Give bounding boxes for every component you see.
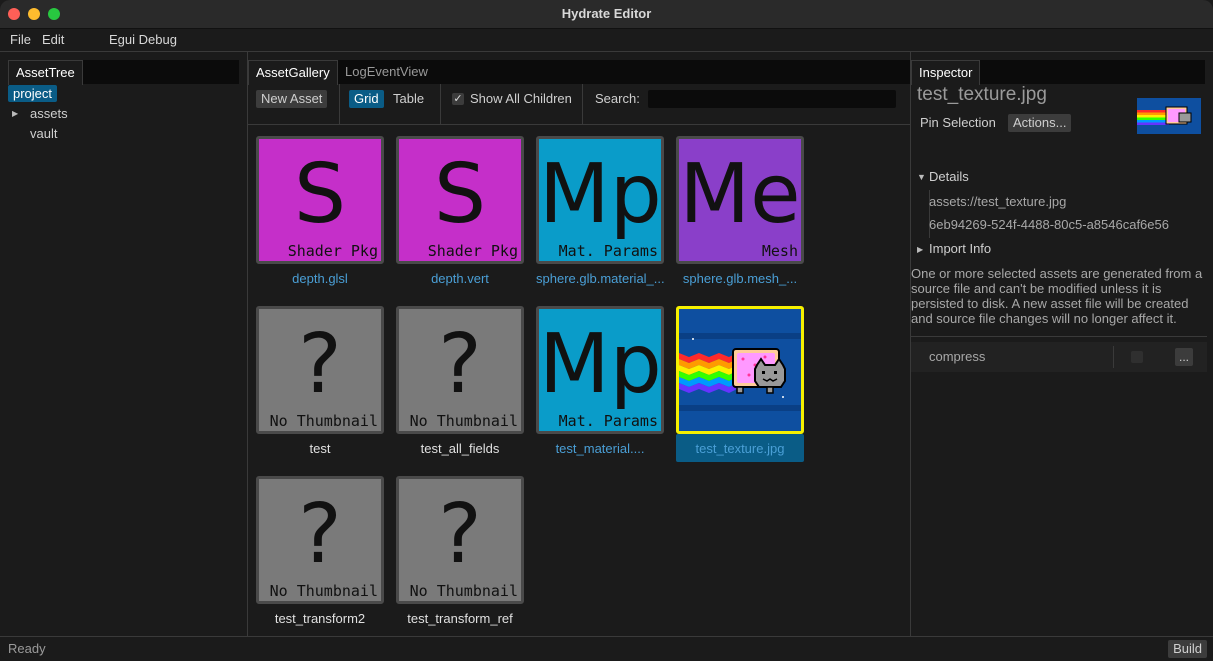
menu-file[interactable]: File: [10, 32, 31, 47]
asset-tile[interactable]: Mp Mat. Params: [536, 136, 664, 264]
asset-tile-name[interactable]: depth.vert: [396, 271, 524, 286]
asset-type-label: Mat. Params: [558, 412, 658, 430]
inspector-panel: Inspector test_texture.jpg Pin Selection…: [911, 52, 1213, 637]
inspector-tabstrip: Inspector: [911, 60, 1205, 85]
editor-window: Hydrate Editor File Edit Egui Debug Asse…: [0, 0, 1213, 661]
asset-tile-name[interactable]: test_all_fields: [396, 441, 524, 456]
more-options-button[interactable]: ...: [1175, 348, 1194, 366]
generated-asset-note: One or more selected assets are generate…: [911, 266, 1203, 326]
tab-asset-tree[interactable]: AssetTree: [8, 60, 83, 85]
asset-tile-name[interactable]: sphere.glb.material_...: [536, 271, 664, 286]
asset-type-label: No Thumbnail: [409, 412, 518, 430]
tree-item-assets[interactable]: assets: [30, 106, 68, 121]
tab-asset-gallery[interactable]: AssetGallery: [248, 60, 338, 85]
asset-type-label: Shader Pkg: [287, 242, 378, 260]
menu-egui-debug[interactable]: Egui Debug: [109, 32, 177, 47]
texture-preview-thumbnail: [1137, 98, 1201, 134]
import-info-header[interactable]: Import Info: [929, 241, 991, 256]
asset-type-glyph: ?: [298, 317, 342, 412]
asset-tile-name[interactable]: test_material....: [536, 441, 664, 456]
expand-triangle-icon[interactable]: ▶: [12, 109, 18, 118]
asset-tile-name[interactable]: depth.glsl: [256, 271, 384, 286]
asset-tile[interactable]: ? No Thumbnail: [396, 476, 524, 604]
asset-type-label: No Thumbnail: [269, 412, 378, 430]
menu-bar: File Edit Egui Debug: [0, 29, 1213, 52]
asset-tile[interactable]: ? No Thumbnail: [396, 306, 524, 434]
compress-checkbox[interactable]: [1131, 351, 1143, 363]
tree-item-vault[interactable]: vault: [30, 126, 57, 141]
asset-type-label: Shader Pkg: [427, 242, 518, 260]
actions-button[interactable]: Actions...: [1008, 114, 1072, 132]
checkmark-icon: ✓: [453, 93, 463, 105]
asset-type-glyph: ?: [438, 487, 482, 582]
details-header[interactable]: Details: [929, 169, 969, 184]
asset-type-label: Mat. Params: [558, 242, 658, 260]
asset-tree-panel: AssetTree project ▶ assets vault: [0, 52, 248, 637]
asset-type-glyph: Mp: [539, 147, 662, 242]
asset-tile-name[interactable]: test: [256, 441, 384, 456]
asset-tile[interactable]: [676, 306, 804, 434]
gallery-toolbar: New Asset Grid Table ✓ Show All Children…: [248, 84, 910, 125]
property-name-compress: compress: [929, 349, 986, 364]
status-text: Ready: [8, 641, 46, 656]
menu-edit[interactable]: Edit: [42, 32, 64, 47]
show-all-children-checkbox[interactable]: ✓: [452, 93, 464, 105]
tab-log-event-view[interactable]: LogEventView: [338, 60, 435, 84]
asset-type-glyph: Mp: [539, 317, 662, 412]
asset-type-glyph: ?: [438, 317, 482, 412]
asset-type-label: No Thumbnail: [409, 582, 518, 600]
asset-type-glyph: S: [293, 147, 347, 242]
expand-triangle-icon[interactable]: ▶: [917, 245, 923, 254]
asset-tile[interactable]: S Shader Pkg: [396, 136, 524, 264]
divider: [911, 336, 1207, 337]
asset-gallery-panel: AssetGallery LogEventView New Asset Grid…: [248, 52, 911, 637]
asset-type-label: Mesh: [761, 242, 798, 260]
asset-tile-name[interactable]: test_transform2: [256, 611, 384, 626]
asset-uuid: 6eb94269-524f-4488-80c5-a8546caf6e56: [929, 217, 1169, 232]
build-button[interactable]: Build: [1168, 640, 1207, 658]
asset-tile-name[interactable]: test_texture.jpg: [676, 441, 804, 456]
asset-tile[interactable]: Mp Mat. Params: [536, 306, 664, 434]
show-all-children-label: Show All Children: [470, 91, 572, 106]
toolbar-divider: [440, 84, 441, 124]
toolbar-divider: [582, 84, 583, 124]
search-label: Search:: [595, 91, 640, 106]
title-bar: Hydrate Editor: [0, 0, 1213, 29]
asset-type-glyph: Me: [679, 147, 801, 242]
asset-tile-name[interactable]: test_transform_ref: [396, 611, 524, 626]
asset-tile-name[interactable]: sphere.glb.mesh_...: [676, 271, 804, 286]
collapse-triangle-icon[interactable]: ▼: [917, 172, 926, 182]
asset-tile[interactable]: ? No Thumbnail: [256, 476, 384, 604]
asset-tile[interactable]: ? No Thumbnail: [256, 306, 384, 434]
pin-selection-button[interactable]: Pin Selection: [920, 115, 996, 130]
status-bar: Ready Build: [0, 636, 1213, 661]
toolbar-divider: [339, 84, 340, 124]
asset-type-label: No Thumbnail: [269, 582, 378, 600]
asset-path: assets://test_texture.jpg: [929, 194, 1067, 209]
window-title: Hydrate Editor: [561, 6, 652, 21]
asset-tile[interactable]: S Shader Pkg: [256, 136, 384, 264]
table-view-button[interactable]: Table: [388, 90, 429, 108]
gallery-tabstrip: AssetGallery LogEventView: [248, 60, 910, 85]
new-asset-button[interactable]: New Asset: [256, 90, 328, 108]
asset-type-glyph: ?: [298, 487, 342, 582]
asset-type-glyph: S: [433, 147, 487, 242]
tree-item-project[interactable]: project: [8, 85, 58, 102]
property-row: compress ...: [911, 342, 1207, 372]
search-input[interactable]: [648, 90, 896, 108]
grid-view-button[interactable]: Grid: [349, 90, 384, 108]
tab-inspector[interactable]: Inspector: [911, 60, 981, 85]
column-divider: [1113, 346, 1114, 368]
asset-tile[interactable]: Me Mesh: [676, 136, 804, 264]
asset-tree-tabstrip: AssetTree: [8, 60, 239, 85]
nyan-cat-texture-icon: [679, 309, 801, 431]
inspector-title: test_texture.jpg: [917, 84, 1047, 105]
